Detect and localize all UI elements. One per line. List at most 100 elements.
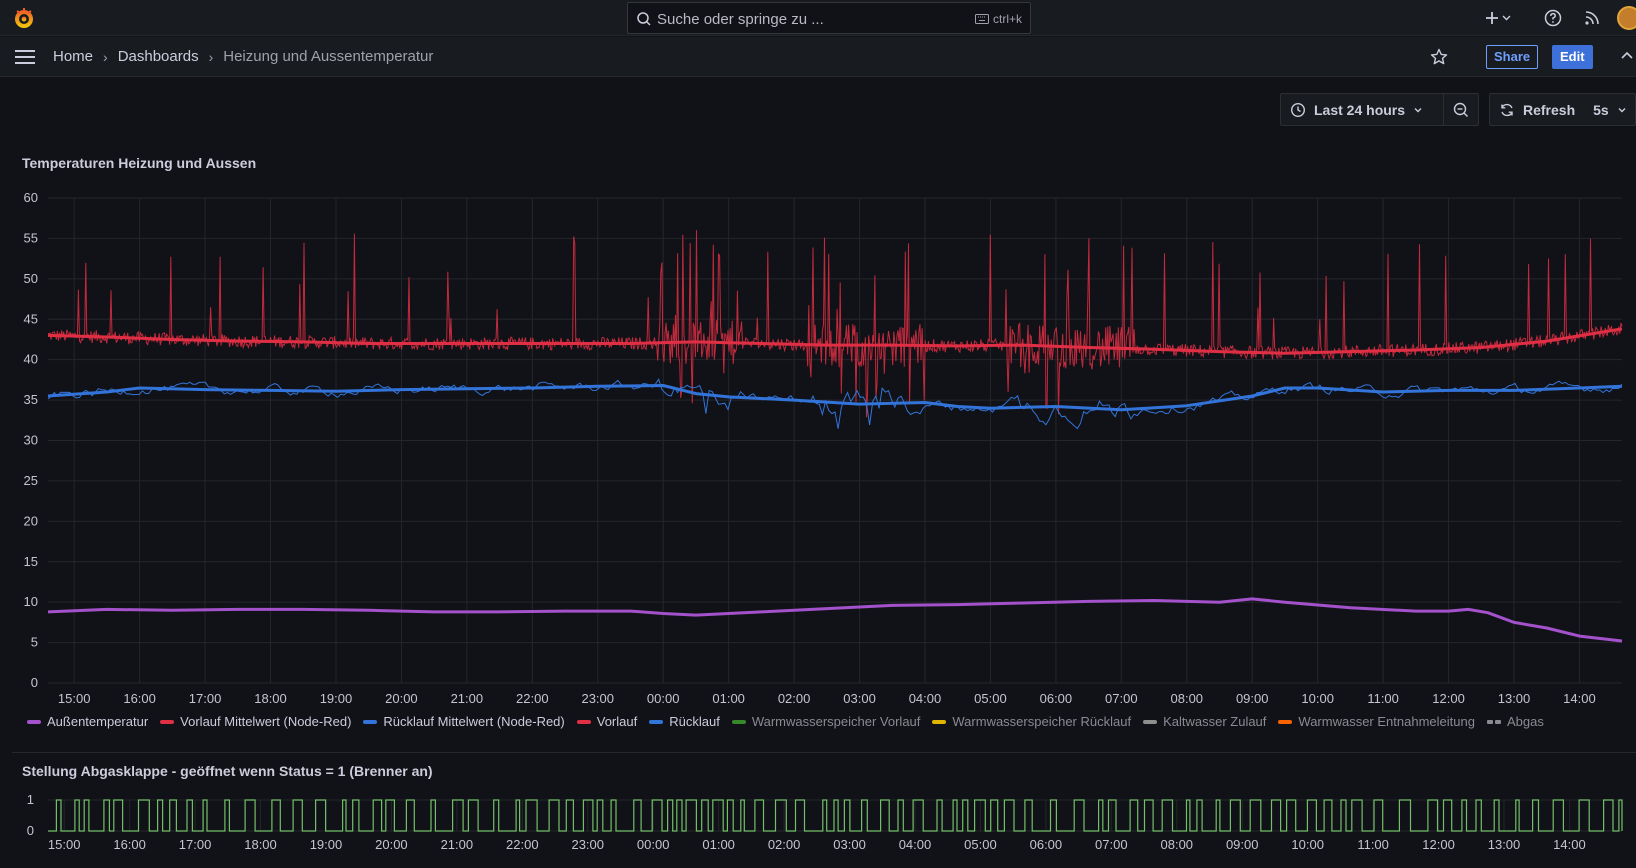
y-tick-label: 20 <box>24 513 38 528</box>
add-new-plus-icon[interactable] <box>1484 8 1516 28</box>
legend-item[interactable]: Warmwasserspeicher Rücklauf <box>932 714 1131 729</box>
x-tick-label: 03:00 <box>843 691 876 706</box>
nav-bar: Home › Dashboards › Heizung und Aussente… <box>0 37 1636 77</box>
y-tick-label: 30 <box>24 433 38 448</box>
legend-swatch <box>27 719 41 724</box>
x-tick-label: 12:00 <box>1432 691 1465 706</box>
x-tick-label: 19:00 <box>320 691 353 706</box>
top-bar: Suche oder springe zu ... ctrl+k <box>0 0 1636 36</box>
help-icon[interactable] <box>1543 8 1563 28</box>
time-range-picker: Last 24 hours <box>1280 93 1479 126</box>
legend-label: Kaltwasser Zulauf <box>1163 714 1267 729</box>
series-ruecklauf-mittelwert <box>47 384 1623 412</box>
legend-label: Warmwasserspeicher Rücklauf <box>952 714 1132 729</box>
chart-grid <box>48 197 1622 684</box>
x-tick-label: 07:00 <box>1105 691 1138 706</box>
chevron-up-icon[interactable] <box>1620 49 1634 63</box>
legend-item[interactable]: Rücklauf <box>649 714 720 729</box>
x-tick-label: 11:00 <box>1367 691 1399 706</box>
x-tick-label: 15:00 <box>58 691 91 706</box>
series-aussentemperatur <box>47 597 1623 643</box>
panel-title-exhaust-flap[interactable]: Stellung Abgasklappe - geöffnet wenn Sta… <box>22 763 433 779</box>
legend-swatch <box>160 719 175 724</box>
legend-item[interactable]: Abgas <box>1486 714 1544 729</box>
legend-swatch <box>1486 719 1501 724</box>
search-placeholder: Suche oder springe zu ... <box>657 11 824 28</box>
refresh-picker: Refresh 5s <box>1489 93 1636 126</box>
refresh-button[interactable]: Refresh <box>1490 94 1584 125</box>
legend-item[interactable]: Warmwasserspeicher Vorlauf <box>731 714 921 729</box>
search-icon <box>637 12 651 26</box>
legend-item[interactable]: Vorlauf <box>576 714 638 729</box>
y-tick-label: 10 <box>24 594 38 609</box>
menu-hamburger-icon[interactable] <box>15 49 35 65</box>
user-avatar[interactable] <box>1617 6 1636 30</box>
share-button[interactable]: Share <box>1486 45 1539 69</box>
legend-label: Warmwasserspeicher Vorlauf <box>751 714 921 729</box>
breadcrumb-current: Heizung und Aussentemperatur <box>223 48 434 65</box>
grafana-logo-icon[interactable] <box>12 6 36 30</box>
time-range-button[interactable]: Last 24 hours <box>1281 94 1443 125</box>
y-tick-label: 25 <box>24 473 38 488</box>
edit-button[interactable]: Edit <box>1552 45 1593 69</box>
legend-swatch <box>649 719 664 724</box>
refresh-interval-label: 5s <box>1593 101 1609 118</box>
temperature-chart: 0 5 10 15 20 25 30 35 40 45 50 55 60 15:00 16:00 17:00… <box>24 190 1623 852</box>
legend-label: Vorlauf Mittelwert (Node-Red) <box>180 714 352 729</box>
legend-item[interactable]: Außentemperatur <box>27 714 148 729</box>
zoom-out-button[interactable] <box>1444 94 1478 125</box>
y-tick-label: 35 <box>24 392 38 407</box>
x-tick-label: 23:00 <box>581 691 614 706</box>
legend-label: Außentemperatur <box>47 714 149 729</box>
time-range-label: Last 24 hours <box>1314 101 1406 118</box>
refresh-icon <box>1501 103 1513 116</box>
chart-legend: Außentemperatur Vorlauf Mittelwert (Node-… <box>27 714 1544 729</box>
x-tick-label: 05:00 <box>974 691 1007 706</box>
y-tick-label: 5 <box>31 635 38 650</box>
x-tick-label: 20:00 <box>385 691 418 706</box>
y-tick-label: 45 <box>24 311 38 326</box>
breadcrumb-dashboards[interactable]: Dashboards <box>118 48 199 65</box>
y-tick-label: 55 <box>24 230 38 245</box>
x-tick-label: 01:00 <box>712 691 745 706</box>
y-tick-label: 15 <box>24 554 38 569</box>
x-tick-label: 06:00 <box>1040 691 1073 706</box>
legend-swatch <box>1143 719 1158 724</box>
y-tick-label: 40 <box>24 352 38 367</box>
x-tick-label: 08:00 <box>1171 691 1204 706</box>
series-vorlauf <box>47 230 1623 418</box>
legend-swatch <box>731 719 746 724</box>
legend-item[interactable]: Kaltwasser Zulauf <box>1143 714 1266 729</box>
refresh-interval-select[interactable]: 5s <box>1584 94 1636 125</box>
news-rss-icon[interactable] <box>1582 8 1602 28</box>
series-vorlauf-mittelwert <box>47 327 1623 355</box>
x-tick-label: 00:00 <box>647 691 680 706</box>
legend-label: Warmwasser Entnahmeleitung <box>1298 714 1475 729</box>
chevron-right-icon: › <box>208 48 214 65</box>
legend-item[interactable]: Vorlauf Mittelwert (Node-Red) <box>160 714 351 729</box>
search-input[interactable]: Suche oder springe zu ... ctrl+k <box>627 2 1031 34</box>
breadcrumb-home[interactable]: Home <box>53 48 93 65</box>
y-tick-label: 60 <box>24 190 38 205</box>
x-tick-label: 04:00 <box>909 691 942 706</box>
legend-swatch <box>576 719 591 724</box>
series-ruecklauf <box>47 378 1623 430</box>
chevron-down-icon <box>1414 107 1422 112</box>
y-axis-ticks: 0 5 10 15 20 25 30 35 40 45 50 55 60 <box>24 190 38 690</box>
panel-title-temperatures[interactable]: Temperaturen Heizung und Aussen <box>22 155 256 171</box>
legend-swatch <box>363 719 378 724</box>
breadcrumb: Home › Dashboards › Heizung und Aussente… <box>53 48 433 65</box>
legend-item[interactable]: Rücklauf Mittelwert (Node-Red) <box>363 714 565 729</box>
y-tick-label: 50 <box>24 271 38 286</box>
legend-swatch <box>932 719 947 724</box>
x-tick-label: 17:00 <box>189 691 222 706</box>
legend-swatch <box>1278 719 1293 724</box>
legend-item[interactable]: Warmwasser Entnahmeleitung <box>1278 714 1475 729</box>
favorite-star-icon[interactable] <box>1429 47 1449 67</box>
keyboard-icon <box>974 14 989 24</box>
x-axis-ticks: 15:00 16:00 17:00 18:00 19:00 20:00 21:00 22:00… <box>58 691 1596 706</box>
search-shortcut-text: ctrl+k <box>992 12 1022 26</box>
legend-label: Vorlauf <box>596 714 638 729</box>
x-tick-label: 10:00 <box>1301 691 1334 706</box>
x-tick-label: 14:00 <box>1563 691 1596 706</box>
